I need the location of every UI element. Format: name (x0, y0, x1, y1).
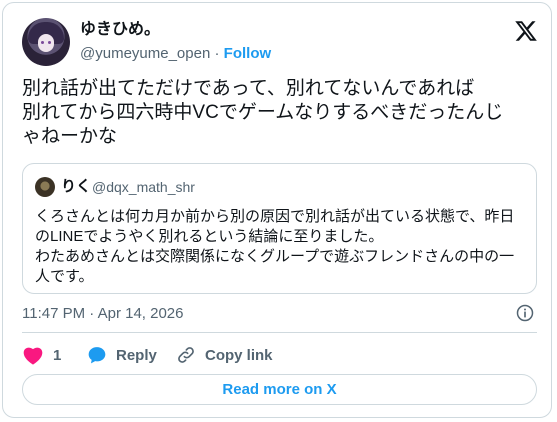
tweet-card: ゆきひめ。 @yumeyume_open · Follow 別れ話が出てただけで… (2, 2, 552, 418)
tweet-text: 別れ話が出てただけであって、別れてないんであれば 別れてから四六時中VCでゲーム… (22, 77, 537, 149)
quoted-text-line: のLINEでようやく別れるという結論に至りました。 (35, 228, 384, 245)
quoted-author-avatar (35, 177, 55, 197)
author-handle[interactable]: @yumeyume_open (80, 45, 210, 62)
author-display-name[interactable]: ゆきひめ。 (80, 20, 160, 40)
quoted-author-name: りく (61, 178, 92, 195)
quoted-text-line: わたあめさんとは交際関係になくグループで遊ぶフレンドさんの中の一 (35, 248, 515, 265)
read-more-button[interactable]: Read more on X (22, 374, 537, 405)
reply-button[interactable]: Reply (87, 345, 157, 365)
quoted-tweet-text: くろさんとは何カ月か前から別の原因で別れ話が出ている状態で、昨日 のLINEでよ… (35, 207, 525, 287)
quoted-author-handle: @dqx_math_shr (92, 179, 195, 195)
tweet-text-line: ゃねーかな (22, 126, 118, 147)
reply-bubble-icon (88, 347, 106, 364)
handle-separator: · (214, 45, 220, 62)
quoted-text-line: 人です。 (35, 268, 94, 285)
reply-label: Reply (116, 346, 157, 364)
author-avatar[interactable] (22, 18, 70, 66)
follow-button[interactable]: Follow (224, 45, 272, 62)
heart-icon (23, 347, 43, 365)
copy-link-button[interactable]: Copy link (176, 345, 273, 365)
quoted-text-line: くろさんとは何カ月か前から別の原因で別れ話が出ている状態で、昨日 (35, 208, 515, 225)
link-icon (178, 347, 194, 363)
author-handle-row: @yumeyume_open · Follow (80, 45, 271, 63)
tweet-timestamp[interactable]: 11:47 PM · Apr 14, 2026 (22, 305, 184, 323)
quoted-tweet[interactable]: りく @dqx_math_shr くろさんとは何カ月か前から別の原因で別れ話が出… (22, 163, 537, 294)
tweet-text-line: 別れてから四六時中VCでゲームなりするべきだったんじ (22, 102, 504, 123)
info-icon[interactable] (516, 304, 534, 322)
tweet-text-line: 別れ話が出てただけであって、別れてないんであれば (22, 78, 475, 99)
divider (22, 332, 537, 333)
like-button[interactable]: 1 (22, 345, 61, 365)
copy-link-label: Copy link (205, 346, 273, 364)
like-count: 1 (53, 346, 62, 364)
x-logo-icon[interactable] (513, 19, 539, 43)
